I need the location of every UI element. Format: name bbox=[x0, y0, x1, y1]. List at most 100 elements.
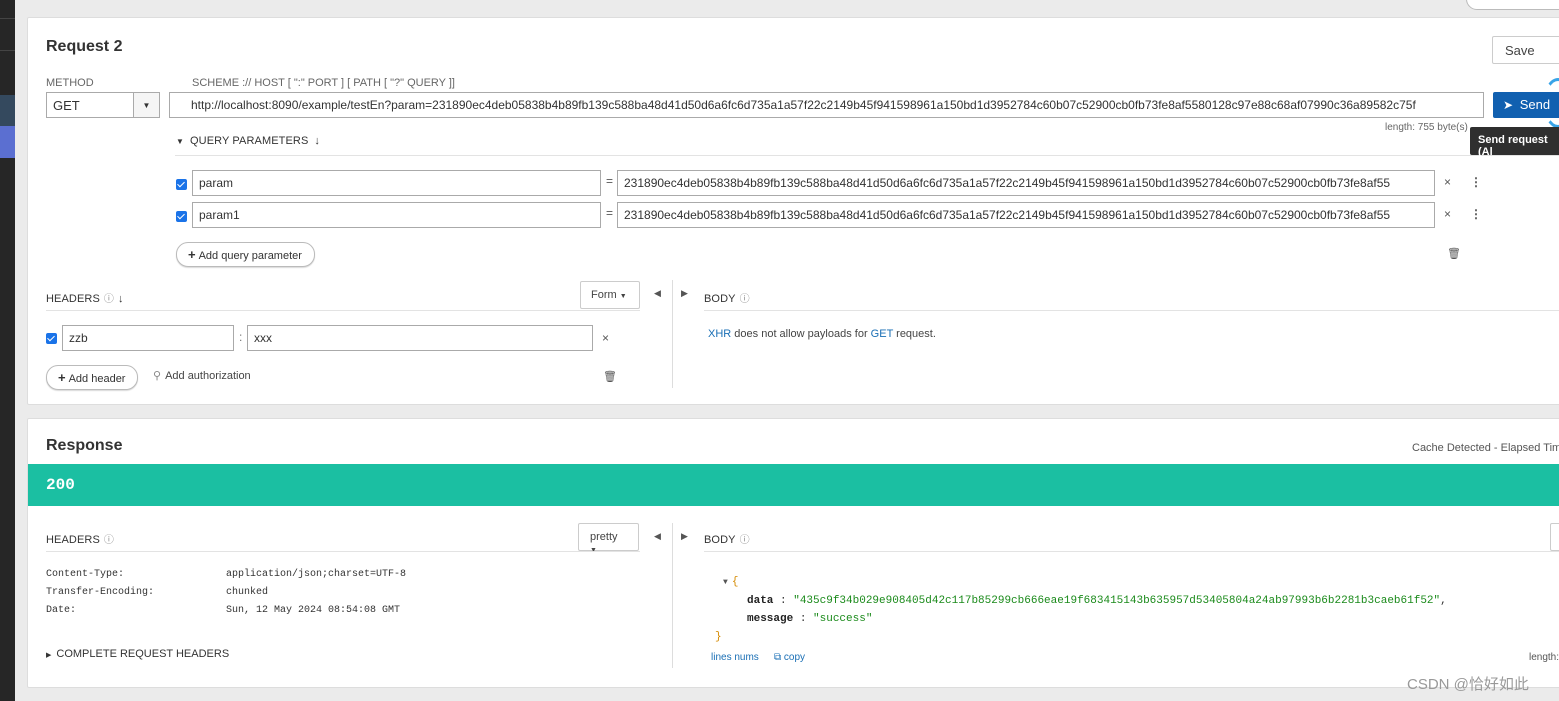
headers-text: HEADERS bbox=[46, 534, 100, 546]
json-viewer: ▼{ data : "435c9f34b029e908405d42c117b85… bbox=[715, 576, 1447, 643]
equals-sign: = bbox=[606, 174, 614, 188]
collapse-left-icon[interactable]: ◀ bbox=[654, 288, 661, 299]
request-panel: Request 2 Save METHOD GET ▼ SCHEME :// H… bbox=[27, 17, 1559, 405]
help-icon: ⓘ bbox=[103, 535, 114, 546]
headers-label: HEADERS ⓘ ↓ bbox=[46, 290, 124, 305]
add-header-label: Add header bbox=[68, 373, 126, 385]
header-value-input[interactable]: xxx bbox=[247, 325, 593, 351]
json-value-data: "435c9f34b029e908405d42c117b85299cb666ea… bbox=[793, 595, 1441, 607]
send-icon: ➤ bbox=[1503, 98, 1514, 112]
form-label: Form bbox=[591, 289, 617, 301]
equals-sign: = bbox=[606, 206, 614, 220]
help-icon: ⓘ bbox=[739, 294, 750, 305]
left-sidebar bbox=[0, 0, 15, 701]
param1-value-input[interactable]: 231890ec4deb05838b4b89fb139c588ba48d41d5… bbox=[617, 202, 1435, 228]
caret-down-icon: ▼ bbox=[619, 293, 627, 300]
help-icon: ⓘ bbox=[103, 294, 114, 305]
header-name-input[interactable]: zzb bbox=[62, 325, 234, 351]
query-params-label: QUERY PARAMETERS bbox=[190, 135, 309, 147]
resp-header-name: Transfer-Encoding: bbox=[46, 587, 155, 598]
watermark: CSDN @恰好如此 bbox=[1407, 676, 1529, 693]
status-bar: 200 bbox=[28, 464, 1559, 506]
collapse-left-icon[interactable]: ◀ bbox=[654, 531, 661, 542]
body-message: XHR does not allow payloads for GET requ… bbox=[708, 328, 936, 340]
copy-icon: ⧉ bbox=[774, 652, 782, 663]
plus-icon: + bbox=[58, 370, 66, 385]
remove-header-icon[interactable]: × bbox=[602, 331, 609, 345]
body-msg-text: does not allow payloads for bbox=[734, 328, 868, 340]
copy-label: copy bbox=[783, 652, 806, 663]
expand-right-icon[interactable]: ▶ bbox=[681, 288, 688, 299]
caret-down-icon[interactable]: ▼ bbox=[723, 578, 728, 587]
resp-header-name: Date: bbox=[46, 605, 77, 616]
add-authorization-link[interactable]: ⚲ Add authorization bbox=[153, 369, 251, 382]
request-title: Request 2 bbox=[46, 38, 123, 55]
body-text: BODY bbox=[704, 293, 736, 305]
key-icon: ⚲ bbox=[153, 370, 162, 382]
param-value-input[interactable]: 231890ec4deb05838b4b89fb139c588ba48d41d5… bbox=[617, 170, 1435, 196]
param1-name-input[interactable]: param1 bbox=[192, 202, 601, 228]
sidebar-item-selected[interactable] bbox=[0, 126, 15, 158]
add-header-button[interactable]: + Add header bbox=[46, 365, 139, 390]
sort-icon[interactable]: ↓ bbox=[118, 293, 124, 305]
json-key-data: data bbox=[747, 595, 774, 607]
resp-header-value: chunked bbox=[226, 587, 269, 598]
method-dropdown-icon[interactable]: ▼ bbox=[133, 92, 160, 118]
lines-nums-link[interactable]: lines nums bbox=[711, 652, 759, 663]
response-body-label: BODY ⓘ bbox=[704, 531, 750, 546]
param-checkbox[interactable] bbox=[176, 179, 187, 190]
trash-icon[interactable]: 🗑 bbox=[1447, 247, 1461, 260]
xhr-link[interactable]: XHR bbox=[708, 328, 731, 340]
add-query-parameter-button[interactable]: + Add query parameter bbox=[176, 242, 315, 267]
panel-divider bbox=[672, 523, 673, 668]
panel-divider bbox=[672, 280, 673, 388]
help-icon: ⓘ bbox=[739, 535, 750, 546]
form-dropdown[interactable]: Form ▼ bbox=[580, 281, 640, 309]
param-name-input[interactable]: param bbox=[192, 170, 601, 196]
param1-menu-icon[interactable]: ⋮ bbox=[1470, 207, 1482, 221]
resp-header-value: Sun, 12 May 2024 08:54:08 GMT bbox=[226, 605, 401, 616]
response-title: Response bbox=[46, 437, 123, 454]
query-params-toggle[interactable]: ▼ QUERY PARAMETERS ↓ bbox=[176, 135, 320, 147]
url-label: SCHEME :// HOST [ ":" PORT ] [ PATH [ "?… bbox=[192, 77, 455, 89]
add-query-label: Add query parameter bbox=[198, 250, 302, 262]
complete-headers-label: COMPLETE REQUEST HEADERS bbox=[56, 648, 230, 660]
close-brace: } bbox=[715, 631, 722, 643]
caret-right-icon: ▶ bbox=[46, 652, 52, 659]
expand-right-icon[interactable]: ▶ bbox=[681, 531, 688, 542]
response-panel: Response Cache Detected - Elapsed Tim 20… bbox=[27, 418, 1559, 688]
remove-param1-icon[interactable]: × bbox=[1444, 207, 1451, 221]
remove-param-icon[interactable]: × bbox=[1444, 175, 1451, 189]
pretty-dropdown[interactable]: pretty ▼ bbox=[578, 523, 639, 554]
lines-nums-label: lines nums bbox=[711, 652, 759, 663]
copy-link[interactable]: ⧉ copy bbox=[774, 652, 805, 663]
sidebar-item-active[interactable] bbox=[0, 95, 15, 126]
sort-icon[interactable]: ↓ bbox=[314, 135, 320, 147]
add-button-partial[interactable] bbox=[1466, 0, 1559, 10]
open-brace: { bbox=[731, 576, 739, 588]
body-msg-end: request. bbox=[896, 328, 936, 340]
method-label: METHOD bbox=[46, 77, 94, 89]
send-tooltip: Send request (Al bbox=[1470, 127, 1559, 158]
header-checkbox[interactable] bbox=[46, 333, 57, 344]
add-auth-label: Add authorization bbox=[165, 370, 251, 382]
json-value-message: "success" bbox=[813, 613, 873, 625]
response-length: length: bbox=[1529, 652, 1559, 663]
resp-header-name: Content-Type: bbox=[46, 569, 125, 580]
body-options-button[interactable] bbox=[1550, 523, 1559, 551]
body-label: BODY ⓘ bbox=[704, 290, 750, 305]
param1-checkbox[interactable] bbox=[176, 211, 187, 222]
resp-header-value: application/json;charset=UTF-8 bbox=[226, 569, 407, 580]
url-input[interactable]: http://localhost:8090/example/testEn?par… bbox=[169, 92, 1484, 118]
trash-icon[interactable]: 🗑 bbox=[603, 370, 617, 383]
method-link[interactable]: GET bbox=[871, 328, 893, 340]
url-length: length: 755 byte(s) bbox=[1385, 122, 1468, 133]
response-headers-label: HEADERS ⓘ bbox=[46, 531, 114, 546]
caret-down-icon: ▼ bbox=[176, 137, 185, 146]
save-button[interactable]: Save bbox=[1492, 36, 1559, 64]
method-select[interactable]: GET bbox=[46, 92, 134, 118]
complete-request-headers-toggle[interactable]: ▶ COMPLETE REQUEST HEADERS bbox=[46, 648, 229, 660]
colon-separator: : bbox=[239, 330, 243, 344]
cursor-ring-icon bbox=[1543, 78, 1559, 128]
param-menu-icon[interactable]: ⋮ bbox=[1470, 175, 1482, 189]
